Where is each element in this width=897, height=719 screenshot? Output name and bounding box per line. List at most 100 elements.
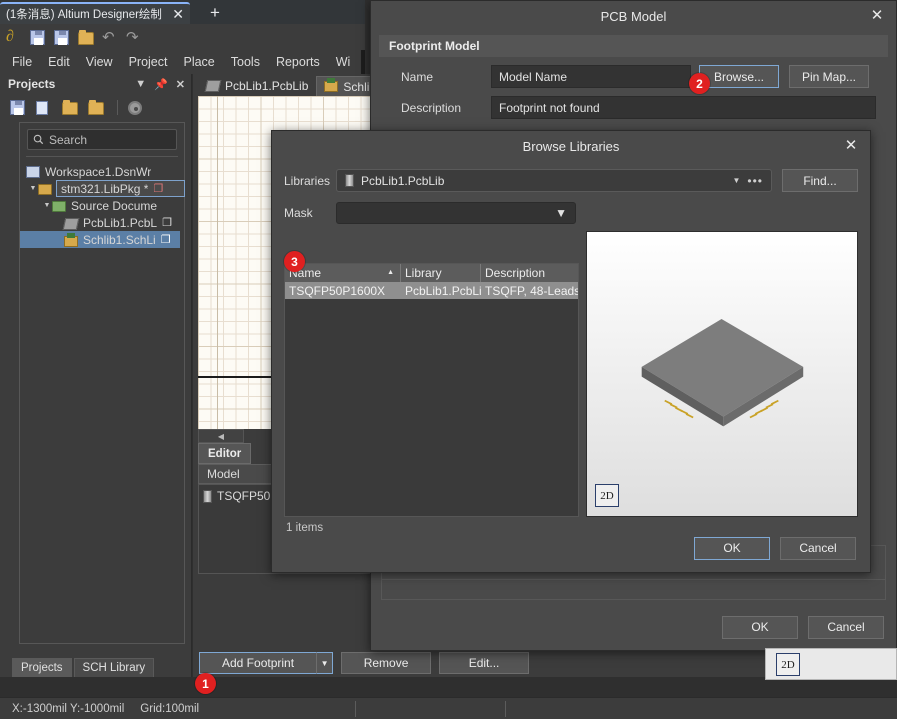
browse-libraries-body: Libraries PcbLib1.PcbLib ▼ ••• Find... M… [272, 161, 870, 572]
document-icon: ❐ [153, 183, 164, 195]
footprint-icon [203, 489, 212, 503]
mask-label: Mask [284, 206, 313, 220]
mask-input[interactable]: ▼ [336, 202, 576, 224]
search-icon [33, 134, 44, 145]
panel-title: Projects [8, 77, 56, 91]
browse-libraries-titlebar: Browse Libraries ✕ [272, 131, 870, 161]
add-footprint-split-button[interactable]: Add Footprint ▼ [199, 652, 334, 674]
tree-item-label: Source Docume [71, 198, 158, 213]
doc-tab-pcblib[interactable]: PcbLib1.PcbLib [199, 76, 316, 96]
description-input[interactable]: Footprint not found [491, 96, 876, 119]
tree-item-schlib[interactable]: Schlib1.SchLi ❐ [20, 231, 180, 248]
chevron-down-icon[interactable]: ▼ [555, 206, 567, 220]
tree-item-libpkg[interactable]: ▼ stm321.LibPkg * ❐ [20, 180, 185, 197]
app-toolbar: ∂ ↶ ↷ [0, 24, 365, 50]
save-all-icon[interactable] [54, 28, 73, 47]
browse-button[interactable]: Browse... [699, 65, 779, 88]
menu-project[interactable]: Project [129, 55, 168, 69]
dialog-title: PCB Model [600, 8, 667, 24]
new-tab-icon[interactable]: + [205, 3, 225, 23]
menu-place[interactable]: Place [183, 55, 214, 69]
table-row[interactable]: TSQFP50P1600X PcbLib1.PcbLib TSQFP, 48-L… [285, 282, 578, 299]
menu-reports[interactable]: Reports [276, 55, 320, 69]
column-label: Library [405, 266, 442, 280]
tree-item-pcblib[interactable]: PcbLib1.PcbL ❐ [20, 214, 184, 231]
pcblib-icon [62, 216, 80, 230]
chevron-down-icon[interactable]: ▼ [135, 78, 146, 90]
redo-icon[interactable]: ↷ [126, 28, 145, 47]
tab-sch-library[interactable]: SCH Library [73, 658, 155, 677]
menu-tools[interactable]: Tools [231, 55, 260, 69]
projects-panel: Projects ▼ 📌 ✕ Search Workspace1.DsnWr ▼… [0, 74, 192, 677]
footprint-list[interactable]: Name ▲ Library Description TSQFP50P1600X… [284, 263, 579, 517]
open-folder-icon[interactable] [78, 28, 97, 47]
name-row: Name Model Name Browse... Pin Map... [381, 65, 886, 88]
open-project-icon[interactable] [62, 98, 81, 117]
close-icon[interactable]: ✕ [842, 137, 860, 155]
project-tree: Workspace1.DsnWr ▼ stm321.LibPkg * ❐ ▼ S… [20, 157, 185, 248]
copy-icon[interactable] [36, 98, 55, 117]
remove-button[interactable]: Remove [341, 652, 432, 674]
project-options-icon[interactable] [88, 98, 107, 117]
chevron-down-icon[interactable]: ▼ [732, 176, 740, 185]
column-header-description[interactable]: Description [481, 264, 578, 282]
cell-description: TSQFP, 48-Leads, [485, 283, 578, 298]
pcblib-icon [204, 80, 222, 92]
model-name-input[interactable]: Model Name [491, 65, 691, 88]
found-in-value [382, 579, 885, 599]
projects-panel-header: Projects ▼ 📌 ✕ [0, 74, 191, 94]
menu-window[interactable]: Wi [336, 55, 351, 69]
column-header-library[interactable]: Library [401, 264, 481, 282]
scroll-left-button[interactable]: ◀ [198, 429, 244, 443]
libraries-select[interactable]: PcbLib1.PcbLib ▼ ••• [336, 169, 772, 192]
cancel-button[interactable]: Cancel [780, 536, 856, 560]
toggle-2d-button[interactable]: 2D [776, 653, 800, 676]
more-options-icon[interactable]: ••• [747, 174, 763, 188]
search-input[interactable]: Search [27, 129, 177, 150]
undo-icon[interactable]: ↶ [102, 28, 121, 47]
pin-icon[interactable]: 📌 [154, 78, 168, 91]
menu-file[interactable]: File [12, 55, 32, 69]
close-icon[interactable]: ✕ [172, 7, 184, 21]
find-button[interactable]: Find... [782, 169, 858, 192]
save-icon[interactable] [30, 28, 49, 47]
browser-tab[interactable]: (1条消息) Altium Designer绘制 ✕ [0, 2, 190, 24]
status-divider [505, 701, 506, 717]
edit-button[interactable]: Edit... [439, 652, 530, 674]
add-footprint-dropdown-icon[interactable]: ▼ [316, 652, 334, 674]
settings-gear-icon[interactable] [128, 98, 147, 117]
tree-item-label: Workspace1.DsnWr [45, 164, 152, 179]
collapse-arrow-icon[interactable]: ▼ [42, 202, 52, 209]
doc-tab-label: PcbLib1.PcbLib [225, 79, 309, 93]
ok-button[interactable]: OK [694, 536, 770, 560]
pin-map-button[interactable]: Pin Map... [789, 65, 869, 88]
tree-item-label: Schlib1.SchLi [83, 232, 156, 247]
projects-panel-toolbar [0, 94, 191, 120]
tree-item-label: stm321.LibPkg * [61, 181, 149, 196]
tree-item-workspace[interactable]: Workspace1.DsnWr [20, 163, 184, 180]
tab-editor[interactable]: Editor [198, 443, 252, 464]
close-icon[interactable]: ✕ [176, 78, 185, 91]
add-footprint-button[interactable]: Add Footprint [199, 652, 317, 674]
cancel-button[interactable]: Cancel [808, 615, 884, 639]
library-icon [345, 174, 354, 187]
save-icon[interactable] [10, 98, 29, 117]
toggle-2d-button[interactable]: 2D [595, 484, 619, 507]
collapse-arrow-icon[interactable]: ▼ [28, 185, 38, 192]
project-tree-container: Search Workspace1.DsnWr ▼ stm321.LibPkg … [19, 122, 185, 644]
libraries-value: PcbLib1.PcbLib [361, 173, 445, 188]
library-package-icon [38, 182, 54, 196]
menu-edit[interactable]: Edit [48, 55, 70, 69]
name-label: Name [401, 69, 434, 84]
close-icon[interactable]: ✕ [868, 7, 886, 25]
ok-button[interactable]: OK [722, 615, 798, 639]
status-bar: X:-1300mil Y:-1000mil Grid:100mil [0, 697, 897, 719]
tab-projects[interactable]: Projects [12, 658, 72, 677]
projects-panel-tabs: Projects SCH Library [0, 655, 192, 677]
model-list-header: Model [198, 464, 275, 484]
menu-view[interactable]: View [86, 55, 113, 69]
document-icon: ❐ [162, 217, 172, 229]
tree-item-source-documents[interactable]: ▼ Source Docume [20, 197, 184, 214]
footprint-3d-preview[interactable]: 2D [586, 231, 858, 517]
menu-bar: File Edit View Project Place Tools Repor… [0, 50, 365, 74]
